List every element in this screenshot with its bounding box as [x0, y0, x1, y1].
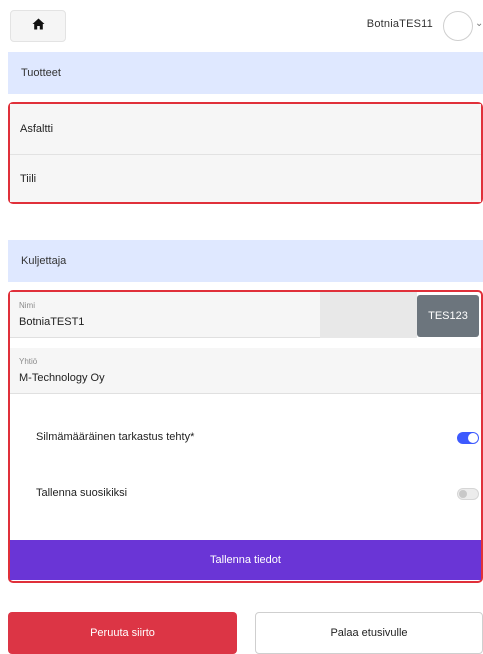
- user-name: BotniaTES11: [366, 18, 433, 30]
- home-button[interactable]: [10, 10, 66, 42]
- inspection-label: Silmämääräinen tarkastus tehty*: [36, 431, 195, 443]
- driver-header: Kuljettaja: [8, 240, 483, 282]
- save-details-button[interactable]: Tallenna tiedot: [10, 540, 481, 580]
- favourite-label: Tallenna suosikiksi: [36, 487, 128, 499]
- home-icon: [32, 17, 45, 35]
- toggle-knob: [468, 433, 478, 443]
- company-field-value: M-Technology Oy: [19, 372, 105, 384]
- name-field-spacer: [320, 292, 417, 338]
- company-field-label: Yhtiö: [19, 357, 38, 366]
- product-item-asfaltti[interactable]: Asfaltti: [10, 104, 481, 154]
- products-header: Tuotteet: [8, 52, 483, 94]
- name-field-label: Nimi: [19, 301, 35, 310]
- inspection-toggle[interactable]: [457, 432, 479, 444]
- name-field-value: BotniaTEST1: [19, 316, 85, 328]
- driver-id-button[interactable]: TES123: [417, 295, 479, 337]
- avatar[interactable]: [443, 11, 473, 41]
- cancel-transfer-button[interactable]: Peruuta siirto: [8, 612, 237, 654]
- favourite-toggle[interactable]: [457, 488, 479, 500]
- chevron-down-icon[interactable]: ⌄: [475, 18, 483, 29]
- back-to-home-button[interactable]: Palaa etusivulle: [255, 612, 483, 654]
- product-item-tiili[interactable]: Tiili: [10, 155, 481, 202]
- toggle-knob: [459, 490, 467, 498]
- name-field[interactable]: Nimi BotniaTEST1: [10, 292, 320, 338]
- company-field[interactable]: Yhtiö M-Technology Oy: [10, 348, 481, 394]
